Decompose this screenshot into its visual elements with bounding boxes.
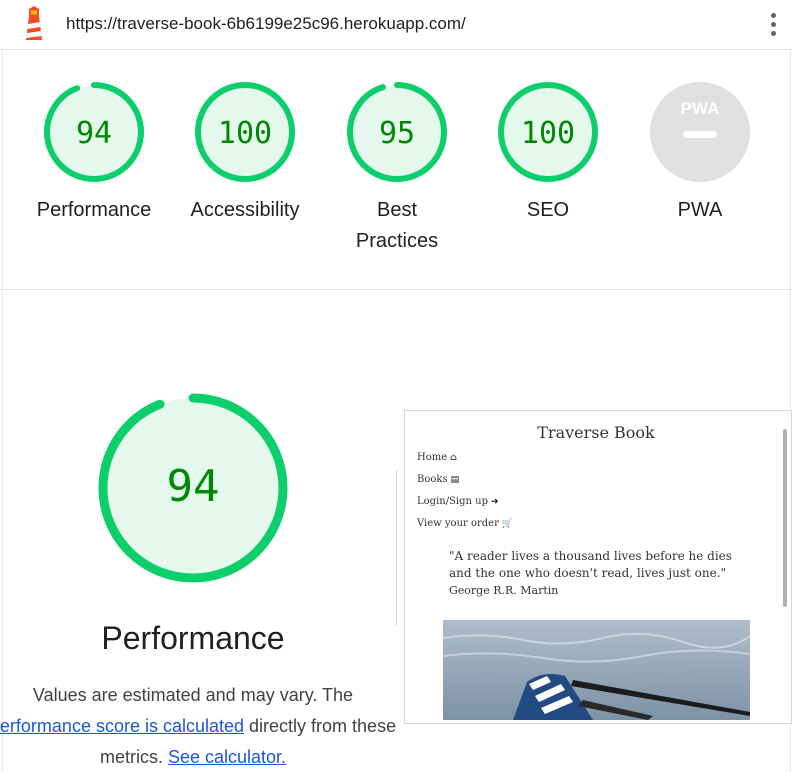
nav-item-order: View your order 🛒 (417, 517, 513, 539)
gauge-label: Performance (36, 199, 152, 221)
description-text: Values are estimated and may vary. The (32, 685, 354, 705)
top-bar: https://traverse-book-6b6199e25c96.herok… (0, 0, 792, 50)
pwa-icon: PWA (650, 82, 750, 182)
gauge-ring: 100 (498, 82, 598, 182)
gauge-label: PWA (677, 199, 723, 221)
gauge-pwa[interactable]: PWA PWA (625, 80, 775, 226)
nav-label: Home (417, 452, 448, 463)
gauge-label: Accessibility (190, 199, 300, 221)
vertical-divider (396, 470, 397, 625)
quote-text: "A reader lives a thousand lives before … (449, 549, 732, 580)
home-icon: ⌂ (450, 453, 458, 463)
sign-in-icon: ➜ (490, 497, 499, 507)
gauge-ring: 100 (195, 82, 295, 182)
gauge-score: 95 (379, 116, 415, 151)
gauge-label: SEO (526, 199, 570, 221)
score-gauges: 94 Performance 100 Accessibility 95 Best… (0, 50, 792, 290)
gauge-seo[interactable]: 100 SEO (473, 80, 623, 226)
more-options-icon[interactable] (764, 10, 782, 40)
gauge-performance[interactable]: 94 Performance (19, 80, 169, 226)
lighthouse-icon (26, 6, 42, 40)
quote-author: George R.R. Martin (449, 584, 559, 597)
gauge-accessibility[interactable]: 100 Accessibility (170, 80, 320, 226)
score-calculation-link[interactable]: performance score is calculated (0, 716, 244, 736)
screenshot-scrollbar[interactable] (781, 421, 789, 719)
url-text[interactable]: https://traverse-book-6b6199e25c96.herok… (66, 14, 466, 34)
nav-item-home: Home ⌂ (417, 451, 513, 473)
nav-item-books: Books ▤ (417, 473, 513, 495)
book-icon: ▤ (450, 475, 460, 485)
see-calculator-link[interactable]: See calculator. (168, 747, 286, 767)
site-nav: Home ⌂ Books ▤ Login/Sign up ➜ View your or… (417, 451, 513, 539)
performance-description: Values are estimated and may vary. The p… (0, 680, 406, 772)
gauge-score: 94 (76, 116, 112, 151)
gauge-ring: 94 (44, 82, 144, 182)
nav-label: Login/Sign up (417, 496, 488, 507)
hero-photo (443, 620, 750, 720)
nav-label: View your order (417, 518, 499, 529)
nav-item-login: Login/Sign up ➜ (417, 495, 513, 517)
pwa-badge-text: PWA (681, 99, 720, 118)
cart-icon: 🛒 (501, 519, 514, 529)
gauge-ring: 95 (347, 82, 447, 182)
final-screenshot[interactable]: Traverse Book Home ⌂ Books ▤ Login/Sign up… (404, 410, 792, 724)
gauge-score: 100 (218, 116, 272, 151)
performance-title: Performance (101, 620, 285, 656)
gauge-label: Best Practices (355, 199, 439, 252)
performance-score: 94 (167, 461, 220, 512)
gauge-score: 100 (521, 116, 575, 151)
site-title: Traverse Book (537, 423, 655, 442)
gauge-best-practices[interactable]: 95 Best Practices (322, 80, 472, 257)
performance-large-gauge: 94 (98, 393, 288, 583)
nav-label: Books (417, 474, 448, 485)
